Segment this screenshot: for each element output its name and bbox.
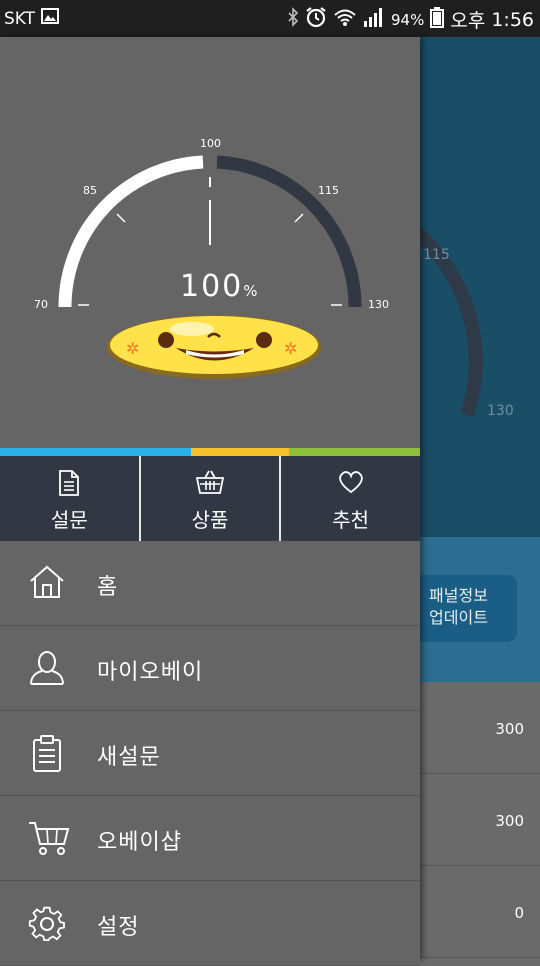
clipboard-icon [28,735,66,777]
menu-item-obei-shop-label: 오베이샵 [97,830,182,855]
menu-item-home[interactable]: 홈 [0,541,420,626]
gauge-unit: % [243,282,260,300]
battery-percent: 94% [391,10,425,29]
wifi-icon [333,7,357,32]
bluetooth-icon [287,7,299,32]
background-app: 115 130 패널정보 업데이트 300 300 0 [400,37,540,960]
background-gauge: 115 130 [420,226,514,419]
gauge-label-85: 85 [83,184,97,197]
background-list: 300 300 0 [420,682,540,960]
menu-item-obei-shop[interactable]: 오베이샵 [0,796,420,881]
clock-label: 1:56 [491,8,534,31]
svg-text:✲: ✲ [284,339,297,358]
status-right: 94% 오후 1:56 [287,6,534,33]
battery-icon [430,6,445,33]
alarm-icon [305,6,327,33]
navigation-drawer: 70 85 100 115 130 ✲ ✲ 100% 설문 상품 추천 홈 마이… [0,37,420,966]
gauge-label-100: 100 [200,137,221,150]
color-bar-green [289,448,420,456]
menu-item-my-obei[interactable]: 마이오베이 [0,626,420,711]
status-left: SKT [4,8,60,29]
drawer-menu: 홈 마이오베이 새설문 오베이샵 설정 [0,541,420,966]
tab-products[interactable]: 상품 [138,456,280,541]
menu-item-new-survey-label: 새설문 [97,745,161,770]
gauge-percent-readout: 100% [180,269,260,304]
menu-item-home-label: 홈 [97,575,119,600]
menu-item-my-obei-label: 마이오베이 [97,660,204,685]
home-icon [28,565,66,603]
menu-item-settings-label: 설정 [97,915,140,940]
color-bar-yellow [191,448,289,456]
background-list-row: 300 [420,682,540,774]
gauge-label-70: 70 [34,298,48,311]
gear-icon [28,905,66,947]
background-tick-115: 115 [423,247,450,263]
basket-icon [195,470,225,498]
carrier-label: SKT [4,8,36,29]
tab-survey-label: 설문 [50,508,88,532]
gauge-value: 100 [180,269,244,304]
gauge-label-115: 115 [318,184,339,197]
svg-text:✲: ✲ [126,339,139,358]
document-icon [58,470,80,500]
cart-icon [28,820,70,860]
background-tick-130: 130 [487,403,514,419]
tab-products-label: 상품 [191,508,229,532]
menu-item-new-survey[interactable]: 새설문 [0,711,420,796]
menu-item-settings[interactable]: 설정 [0,881,420,966]
background-list-row: 300 [420,774,540,866]
background-list-row: 0 [420,866,540,958]
background-gauge-panel: 115 130 [420,37,540,537]
gauge-panel: 70 85 100 115 130 ✲ ✲ 100% [0,37,420,448]
color-bar-blue [0,448,191,456]
gauge: 70 85 100 115 130 ✲ ✲ [34,137,389,379]
heart-icon [338,470,364,498]
color-bar [0,448,420,456]
gallery-icon [41,8,60,29]
signal-icon [363,6,385,33]
ampm-label: 오후 [450,10,486,32]
status-bar: SKT 94% 오후 1:56 [0,0,540,37]
gauge-tick-115 [294,213,304,223]
gauge-tick-85 [116,213,126,223]
tab-recommend-label: 추천 [332,508,370,532]
quick-tab-bar: 설문 상품 추천 [0,456,420,541]
smiley-mascot-icon: ✲ ✲ [107,315,321,379]
gauge-label-130: 130 [368,298,389,311]
user-icon [28,650,66,690]
tab-recommend[interactable]: 추천 [279,456,420,541]
tab-survey[interactable]: 설문 [0,456,139,541]
